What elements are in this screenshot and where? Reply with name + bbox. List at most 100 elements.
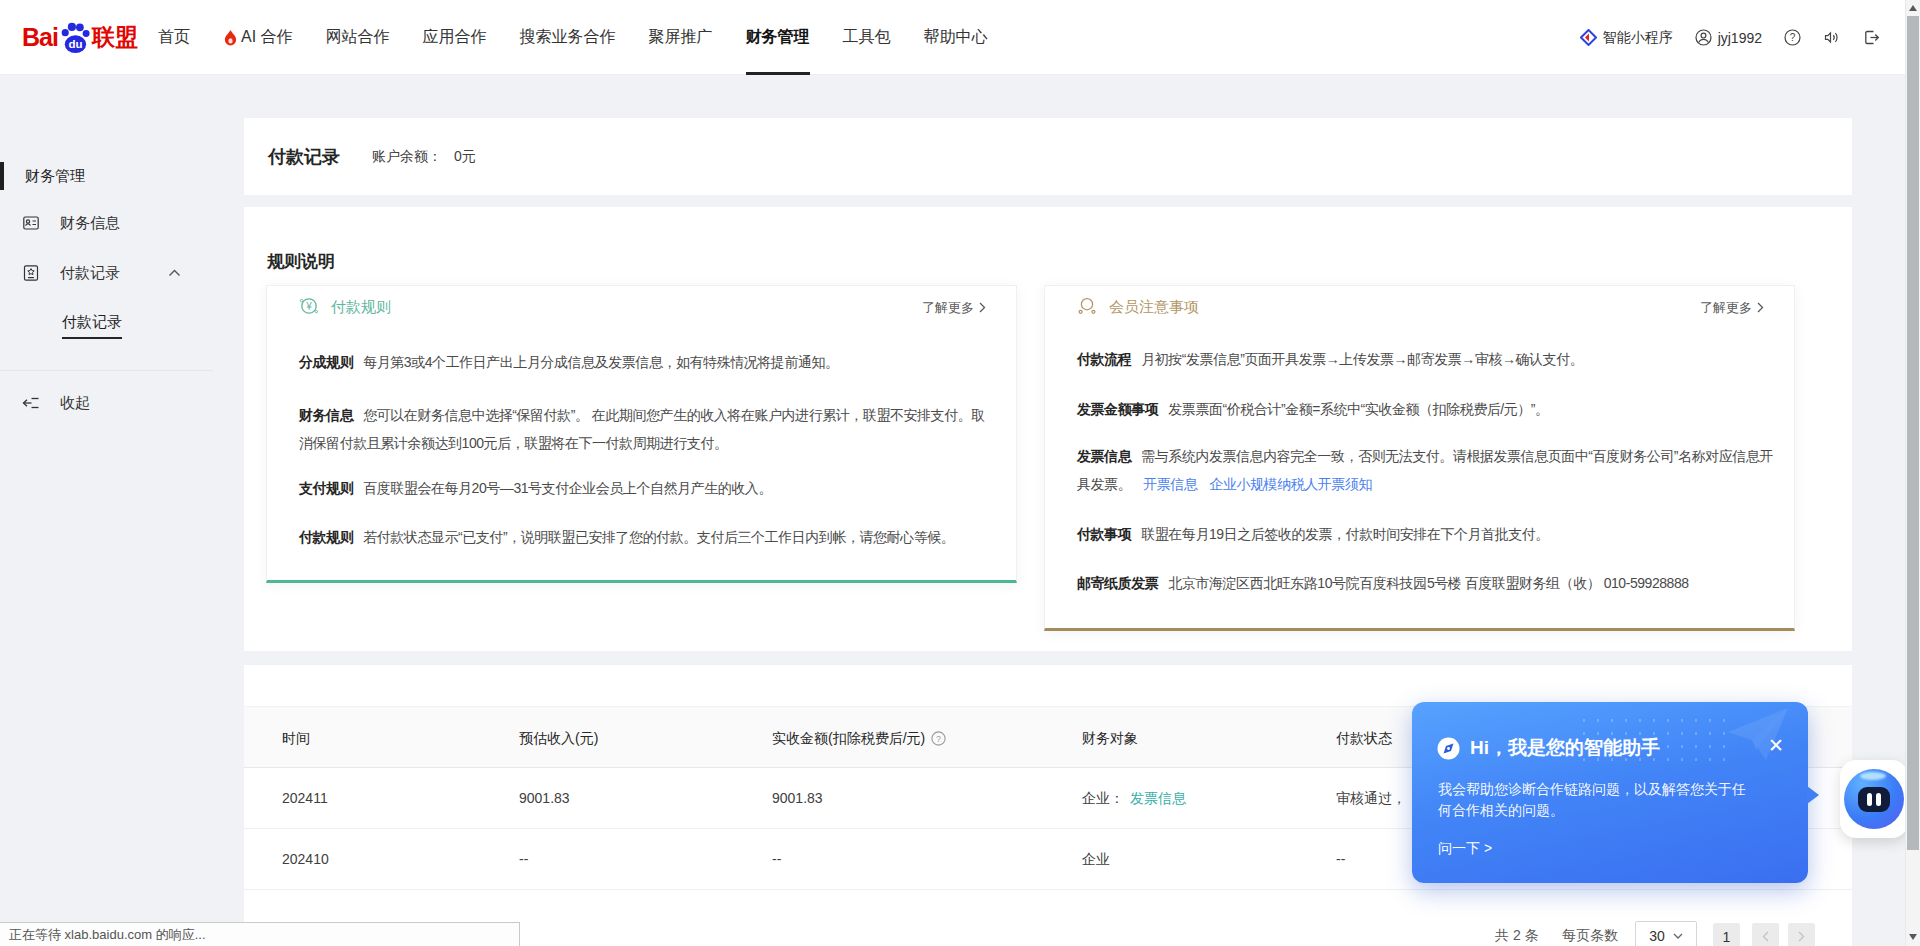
top-nav: Bai du 联盟 首页 AI 合作 网站合作 应用合作搜索业务合作 聚屏推广 财务管理 工… [0, 0, 1920, 75]
nav-item-label: 工具包 [843, 27, 891, 48]
rule-item-label: 财务信息 [299, 407, 353, 423]
per-page-value: 30 [1649, 928, 1665, 944]
rule-item-text: 月初按“发票信息”页面开具发票→上传发票→邮寄发票→审核→确认支付。 [1141, 351, 1583, 367]
rule-item-text: 发票票面“价税合计”金额=系统中“实收金额（扣除税费后/元）”。 [1168, 401, 1548, 417]
learn-more-link[interactable]: 了解更多 [922, 299, 986, 317]
rule-card-1: 会员注意事项 了解更多付款流程月初按“发票信息”页面开具发票→上传发票→邮寄发票→… [1044, 285, 1795, 631]
chevron-left-icon [1762, 931, 1769, 942]
sidebar-item-finance-info[interactable]: 财务信息 [0, 208, 214, 238]
invoice-info-link[interactable]: 发票信息 [1130, 790, 1186, 806]
baidu-union-logo[interactable]: Bai du 联盟 [22, 0, 138, 75]
rule-card-title: 会员注意事项 [1109, 298, 1199, 317]
close-icon[interactable]: ✕ [1768, 736, 1784, 755]
per-page-select[interactable]: 30 [1635, 921, 1697, 946]
assistant-ask-link[interactable]: 问一下 > [1438, 840, 1492, 858]
page-scrollbar[interactable] [1905, 0, 1920, 946]
scrollbar-up-arrow[interactable] [1909, 5, 1917, 11]
rule-item-text: 百度联盟会在每月20号—31号支付企业会员上个自然月产生的收入。 [363, 480, 772, 496]
chevron-right-icon [1757, 301, 1764, 316]
user-account[interactable]: jyj1992 [1695, 29, 1762, 46]
assistant-header: Hi，我是您的智能助手 [1437, 735, 1660, 761]
username-label: jyj1992 [1718, 30, 1762, 46]
collapse-icon [22, 395, 40, 415]
nav-item-[interactable]: 聚屏推广 [649, 0, 713, 75]
pagination-per-page-label: 每页条数 [1562, 927, 1618, 945]
svg-text:¥: ¥ [305, 301, 312, 312]
page-title: 付款记录 [268, 145, 340, 169]
finance-target-label: 企业： [1082, 790, 1124, 806]
scrollbar-thumb[interactable] [1907, 16, 1919, 850]
table-cell: -- [772, 829, 781, 890]
badge-star-icon [22, 264, 40, 282]
help-icon[interactable]: ? [1784, 29, 1801, 46]
assistant-robot-button[interactable] [1840, 760, 1908, 838]
select-caret-icon [1673, 933, 1683, 939]
table-column-header: 实收金额(扣除税费后/元)? [772, 707, 946, 769]
nav-item-[interactable]: 搜索业务合作 [520, 0, 616, 75]
nav-item-label: 网站合作 [326, 27, 390, 48]
logout-icon[interactable] [1863, 29, 1880, 46]
sidebar-divider [0, 370, 213, 371]
page-number-1[interactable]: 1 [1713, 923, 1740, 946]
table-column-header: 时间 [282, 707, 310, 769]
rule-item: 支付规则百度联盟会在每月20号—31号支付企业会员上个自然月产生的收入。 [299, 474, 996, 502]
nav-item-[interactable]: AI 合作 [223, 0, 293, 75]
rule-card-icon [1077, 296, 1097, 319]
rule-item: 付款流程月初按“发票信息”页面开具发票→上传发票→邮寄发票→审核→确认支付。 [1077, 345, 1774, 373]
sidebar: 财务管理 财务信息 付款记录 付款记录 [0, 75, 214, 946]
rule-item-label: 付款事项 [1077, 526, 1131, 542]
rule-item: 发票信息需与系统内发票信息内容完全一致，否则无法支付。请根据发票信息页面中“百度… [1077, 442, 1774, 498]
logo-text-lianmeng: 联盟 [92, 22, 138, 53]
table-cell: 9001.83 [772, 768, 823, 829]
assistant-popup: Hi，我是您的智能助手 ✕ 我会帮助您诊断合作链路问题，以及解答您关于任何合作相… [1412, 702, 1808, 883]
rule-item-label: 发票信息 [1077, 448, 1131, 464]
scrollbar-down-arrow[interactable] [1909, 934, 1917, 940]
id-card-icon [22, 214, 40, 232]
nav-item-label: 首页 [158, 27, 190, 48]
sidebar-item-label: 付款记录 [60, 264, 120, 283]
column-help-icon[interactable]: ? [925, 731, 946, 746]
rule-inline-link[interactable]: 开票信息 [1143, 476, 1197, 492]
next-page-button[interactable] [1788, 923, 1815, 946]
rule-item-text: 北京市海淀区西北旺东路10号院百度科技园5号楼 百度联盟财务组（收） 010-5… [1168, 575, 1688, 591]
rule-item: 付款事项联盟在每月19日之后签收的发票，付款时间安排在下个月首批支付。 [1077, 520, 1774, 548]
table-column-header: 财务对象 [1082, 707, 1138, 769]
account-balance: 账户余额：0元 [372, 148, 476, 166]
rules-heading: 规则说明 [267, 250, 335, 273]
assistant-title: Hi，我是您的智能助手 [1470, 735, 1660, 761]
nav-item-active[interactable]: 财务管理 [746, 0, 810, 75]
browser-status-bar: 正在等待 xlab.baidu.com 的响应... [0, 922, 520, 946]
nav-item-[interactable]: 首页 [158, 0, 190, 75]
prev-page-button[interactable] [1752, 923, 1779, 946]
sound-icon[interactable] [1823, 29, 1841, 46]
nav-item-[interactable]: 应用合作 [423, 0, 487, 75]
rule-item-label: 付款流程 [1077, 351, 1131, 367]
sidebar-collapse-button[interactable]: 收起 [0, 389, 214, 419]
rule-card-title: 付款规则 [331, 298, 391, 317]
rule-item-text: 您可以在财务信息中选择“保留付款”。 在此期间您产生的收入将在账户内进行累计，联… [299, 407, 985, 451]
mini-program-icon [1580, 29, 1597, 46]
nav-item-[interactable]: 工具包 [843, 0, 891, 75]
svg-text:?: ? [936, 733, 941, 743]
baidu-paw-icon: du [59, 21, 91, 55]
collapse-label: 收起 [60, 394, 90, 413]
sidebar-subitem-payment-records[interactable]: 付款记录 [62, 313, 122, 339]
rule-card-icon: ¥ [299, 296, 319, 319]
sidebar-item-payment-records[interactable]: 付款记录 [0, 258, 214, 288]
rule-inline-link[interactable]: 企业小规模纳税人开票须知 [1209, 476, 1372, 492]
sidebar-item-label: 财务信息 [60, 214, 120, 233]
rule-item-text: 若付款状态显示“已支付”，说明联盟已安排了您的付款。支付后三个工作日内到帐，请您… [363, 529, 954, 545]
rule-item: 付款规则若付款状态显示“已支付”，说明联盟已安排了您的付款。支付后三个工作日内到… [299, 523, 996, 551]
rule-item-label: 付款规则 [299, 529, 353, 545]
table-cell: -- [1336, 829, 1345, 890]
rule-item-label: 邮寄纸质发票 [1077, 575, 1158, 591]
balance-label: 账户余额： [372, 148, 442, 164]
nav-item-[interactable]: 网站合作 [326, 0, 390, 75]
page-header-card: 付款记录 账户余额：0元 [244, 118, 1852, 195]
mini-program-entry[interactable]: 智能小程序 [1580, 29, 1673, 47]
nav-item-[interactable]: 帮助中心 [924, 0, 988, 75]
sidebar-section-finance[interactable]: 财务管理 [0, 162, 85, 190]
learn-more-link[interactable]: 了解更多 [1700, 299, 1764, 317]
rule-item-label: 分成规则 [299, 354, 353, 370]
nav-item-label: 聚屏推广 [649, 27, 713, 48]
